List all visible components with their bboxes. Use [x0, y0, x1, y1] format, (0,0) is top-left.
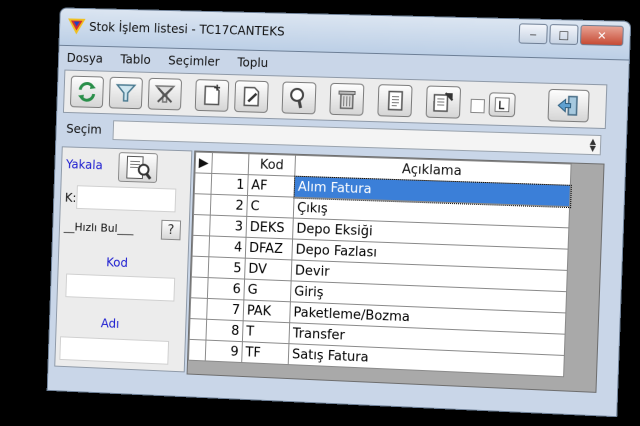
kod-cell[interactable]: AF — [247, 174, 295, 198]
help-button[interactable]: ? — [160, 219, 182, 241]
row-indicator[interactable] — [193, 193, 211, 216]
refresh-button[interactable] — [69, 75, 104, 109]
row-indicator[interactable] — [189, 297, 208, 320]
adi-search-input[interactable] — [59, 336, 170, 365]
copy-icon — [382, 88, 407, 113]
row-indicator[interactable] — [191, 256, 209, 278]
row-number[interactable]: 7 — [206, 298, 244, 321]
refresh-icon — [75, 80, 99, 104]
row-number[interactable]: 3 — [209, 215, 247, 238]
exit-icon — [556, 93, 581, 118]
menu-dosya[interactable]: Dosya — [65, 50, 106, 67]
row-number[interactable]: 5 — [208, 256, 246, 280]
clear-filter-icon — [153, 82, 177, 106]
column-header-kod[interactable]: Kod — [248, 153, 296, 177]
row-number[interactable]: 4 — [208, 235, 247, 259]
document-search-icon — [119, 153, 157, 182]
new-document-icon — [200, 83, 224, 107]
kod-search-label: Kod — [105, 255, 129, 270]
menu-secimler[interactable]: Seçimler — [166, 53, 222, 70]
option-checkbox[interactable] — [470, 98, 486, 114]
kod-cell[interactable]: T — [242, 320, 290, 344]
new-record-button[interactable] — [194, 79, 230, 112]
grid-table: ▶ Kod Açıklama 1 AF Alım Fatura 2 C Çıkış 3 DEK… — [188, 151, 572, 378]
menu-toplu[interactable]: Toplu — [235, 54, 270, 71]
quick-find-panel: Yakala K: __Hızlı Bul___ ? Kod Adı — [54, 146, 193, 373]
k-label: K: — [64, 190, 77, 205]
row-indicator[interactable] — [189, 318, 207, 341]
k-input[interactable] — [76, 185, 177, 213]
row-indicator-header: ▶ — [195, 152, 213, 174]
close-button[interactable]: ✕ — [579, 24, 624, 47]
l-icon — [493, 95, 512, 114]
maximize-button[interactable]: □ — [549, 24, 579, 46]
filter-icon — [114, 81, 138, 105]
row-indicator[interactable] — [188, 339, 206, 361]
yakala-label: Yakala — [65, 157, 103, 173]
data-grid: ▶ Kod Açıklama 1 AF Alım Fatura 2 C Çıkış 3 DEK… — [186, 150, 605, 393]
hizli-bul-label: __Hızlı Bul___ — [63, 220, 134, 236]
row-number[interactable]: 2 — [210, 194, 248, 217]
kod-cell[interactable]: DFAZ — [245, 237, 293, 260]
secim-label: Seçim — [66, 121, 103, 137]
clear-filter-button[interactable] — [147, 77, 183, 111]
app-logo-icon — [67, 18, 86, 35]
search-icon — [290, 88, 305, 109]
app-window: Stok İşlem listesi - TC17CANTEKS ‒ □ ✕ D… — [46, 7, 632, 418]
row-indicator[interactable] — [194, 172, 212, 195]
edit-record-button[interactable] — [234, 80, 269, 113]
menu-tablo[interactable]: Tablo — [118, 51, 153, 68]
kod-cell[interactable]: TF — [241, 341, 289, 365]
delete-button[interactable] — [329, 82, 365, 116]
row-number[interactable]: 9 — [205, 340, 243, 363]
copy-button[interactable] — [377, 84, 413, 118]
filter-button[interactable] — [108, 76, 143, 110]
search-button[interactable] — [281, 81, 317, 115]
toolbar — [62, 69, 608, 130]
row-number[interactable]: 6 — [207, 277, 245, 300]
row-indicator[interactable] — [192, 235, 210, 257]
window-body: Dosya Tablo Seçimler Toplu Seçim ▲ ▼ Yak… — [46, 44, 630, 418]
minimize-button[interactable]: ‒ — [518, 23, 548, 45]
exit-button[interactable] — [547, 88, 590, 123]
delete-icon — [338, 90, 356, 110]
yakala-button[interactable] — [117, 152, 158, 183]
row-indicator[interactable] — [190, 276, 209, 299]
edit-document-icon — [239, 84, 264, 109]
secim-spinner-icon[interactable]: ▲ ▼ — [589, 137, 596, 153]
kod-cell[interactable]: DV — [244, 258, 292, 281]
adi-search-label: Adı — [100, 316, 120, 331]
l-button[interactable] — [488, 92, 516, 118]
row-number[interactable]: 1 — [210, 173, 249, 196]
menu-bar: Dosya Tablo Seçimler Toplu — [65, 50, 271, 71]
window-title: Stok İşlem listesi - TC17CANTEKS — [88, 19, 285, 39]
kod-cell[interactable]: PAK — [243, 299, 291, 323]
export-icon — [431, 90, 456, 115]
kod-cell[interactable]: DEKS — [246, 216, 294, 239]
kod-cell[interactable]: G — [243, 279, 292, 302]
export-button[interactable] — [425, 85, 462, 119]
row-indicator[interactable] — [192, 214, 211, 236]
row-number[interactable]: 8 — [205, 319, 244, 342]
kod-cell[interactable]: C — [246, 195, 295, 219]
kod-search-input[interactable] — [65, 273, 176, 302]
row-number-header — [211, 152, 249, 175]
